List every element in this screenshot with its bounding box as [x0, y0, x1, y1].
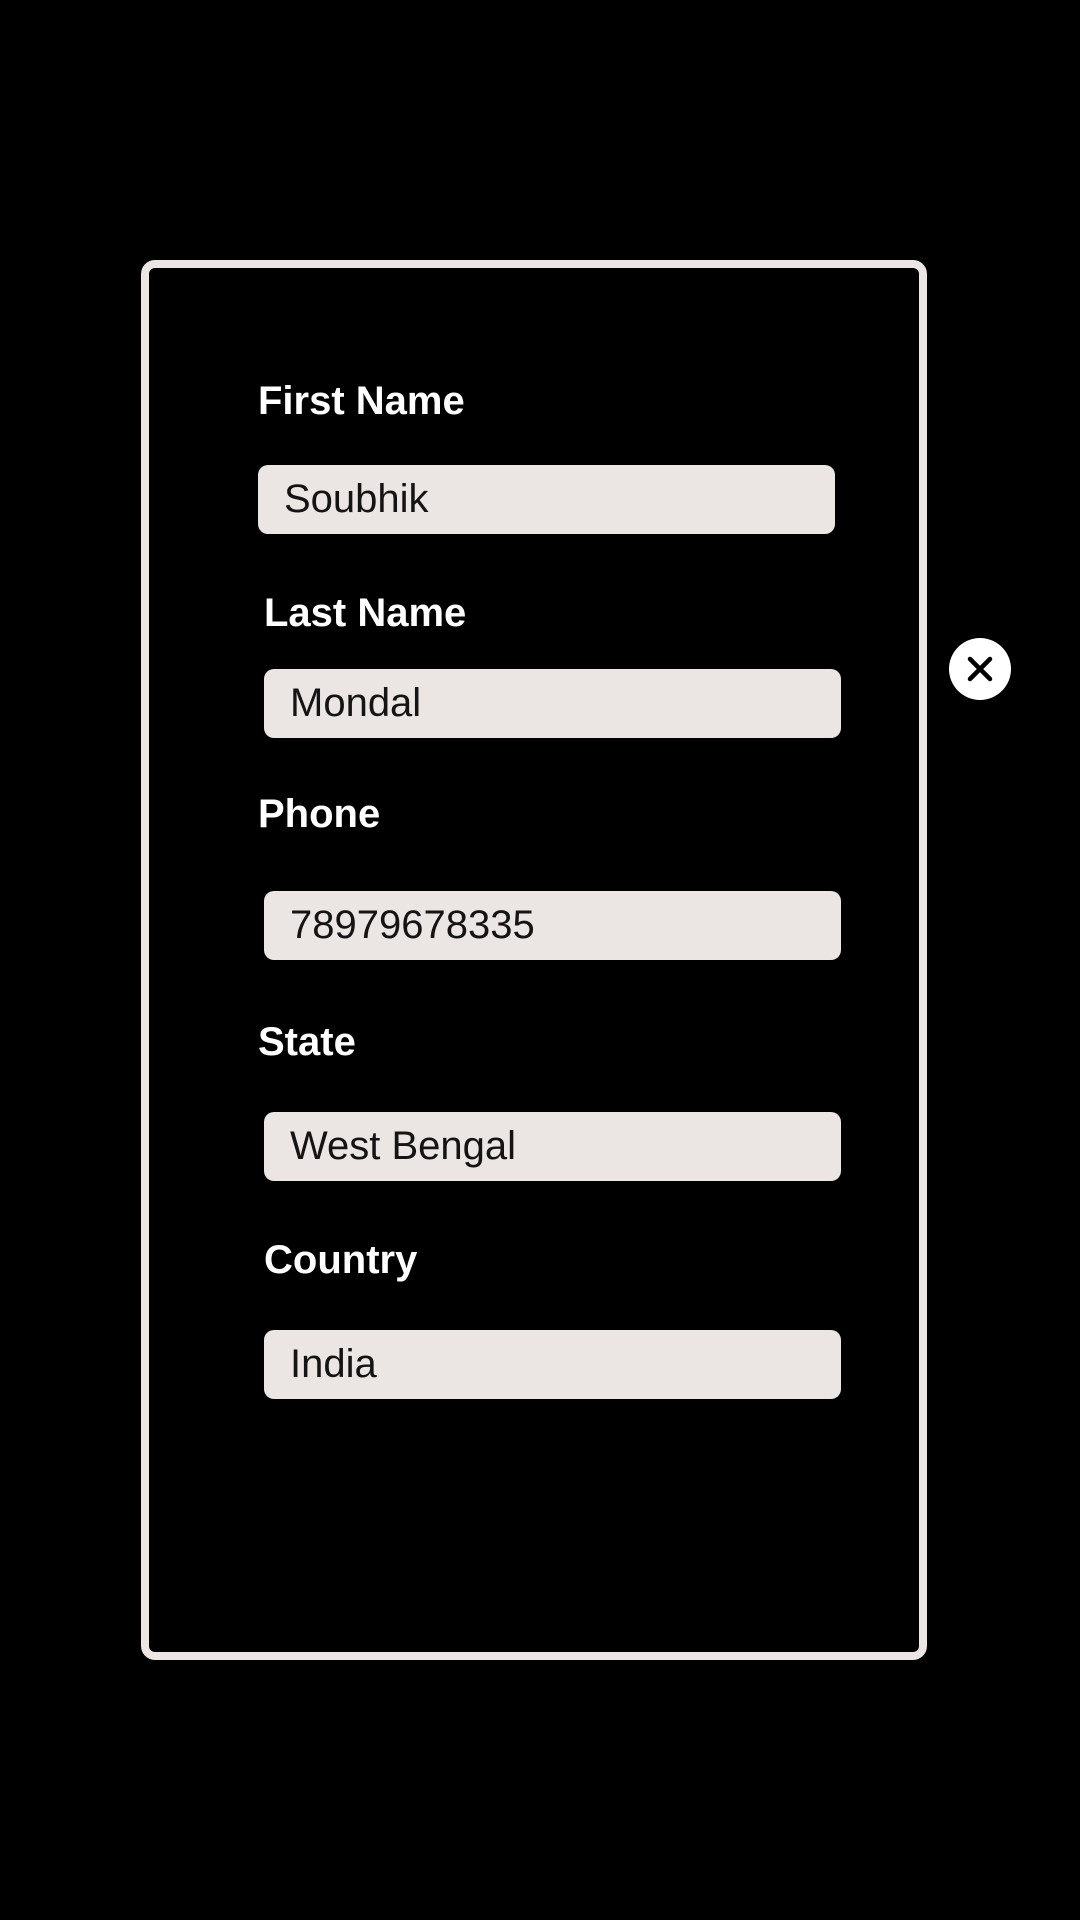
profile-screen: First Name Last Name Phone State Country: [0, 0, 1080, 1920]
country-input[interactable]: [264, 1330, 841, 1399]
close-button[interactable]: [949, 638, 1011, 700]
last-name-label: Last Name: [264, 591, 467, 635]
last-name-input[interactable]: [264, 669, 841, 738]
phone-input[interactable]: [264, 891, 841, 960]
state-input[interactable]: [264, 1112, 841, 1181]
close-icon: [967, 656, 993, 682]
first-name-label: First Name: [258, 379, 465, 423]
state-label: State: [258, 1020, 356, 1064]
phone-label: Phone: [258, 792, 381, 836]
country-label: Country: [264, 1238, 418, 1282]
first-name-input[interactable]: [258, 465, 835, 534]
